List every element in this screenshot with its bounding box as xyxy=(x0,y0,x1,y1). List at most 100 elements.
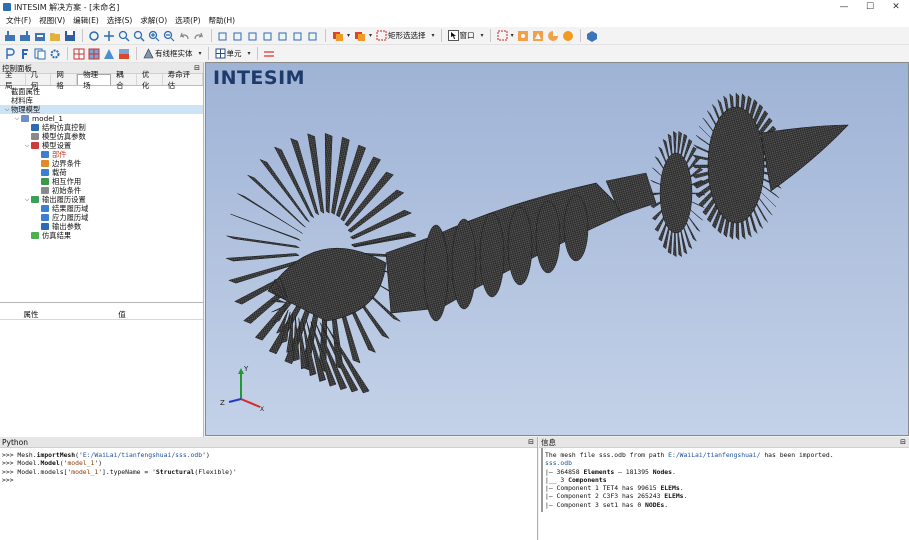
tree-item[interactable]: 仿真结果 xyxy=(0,231,203,240)
save-icon[interactable] xyxy=(63,29,77,43)
pick-body-icon[interactable] xyxy=(561,29,575,43)
undo-icon[interactable] xyxy=(177,29,191,43)
tree-item[interactable]: 应力履历域 xyxy=(0,213,203,222)
tree-item[interactable]: 初始条件 xyxy=(0,186,203,195)
copy-doc-icon[interactable] xyxy=(33,47,47,61)
open-folder-icon[interactable] xyxy=(48,29,62,43)
tree-item[interactable]: ⌵ model_1 xyxy=(0,114,203,123)
python-pin-icon[interactable]: ⊟ xyxy=(528,438,534,446)
maximize-button[interactable]: ☐ xyxy=(857,0,883,14)
expand-chevron-icon[interactable]: ⌵ xyxy=(23,142,31,150)
console-text: Model xyxy=(40,459,60,468)
3d-viewport[interactable]: INTESIM Y Z X xyxy=(206,63,909,435)
view-right-icon[interactable] xyxy=(261,29,275,43)
menu-view[interactable]: 视图(V) xyxy=(35,15,69,26)
zoom-box-icon[interactable] xyxy=(132,29,146,43)
mesh-cube-icon[interactable] xyxy=(72,47,86,61)
view-bottom-icon[interactable] xyxy=(291,29,305,43)
setup-icon xyxy=(31,142,39,149)
control-icon xyxy=(31,124,39,131)
core-casing xyxy=(385,182,627,314)
box-dropdown[interactable]: ▾ xyxy=(495,29,516,43)
display-mode-dropdown[interactable]: ▾ xyxy=(352,29,374,43)
rotate-icon[interactable] xyxy=(87,29,101,43)
zoom-icon[interactable] xyxy=(117,29,131,43)
view-left-icon[interactable] xyxy=(246,29,260,43)
info-pin-icon[interactable]: ⊟ xyxy=(900,438,906,446)
tree-item[interactable]: 边界条件 xyxy=(0,159,203,168)
python-console[interactable]: >>> Mesh.importMesh('E:/WaiLai/tianfengs… xyxy=(0,448,537,487)
console-line: sss.odb xyxy=(545,459,907,467)
close-button[interactable]: ✕ xyxy=(883,0,909,14)
menu-file[interactable]: 文件(F) xyxy=(2,15,35,26)
expand-chevron-icon[interactable]: ⌵ xyxy=(23,196,31,204)
pick-face-icon[interactable] xyxy=(546,29,560,43)
settings-gear-icon[interactable] xyxy=(48,47,62,61)
export-icon[interactable] xyxy=(33,29,47,43)
tab-life-assessment[interactable]: 寿命评估 xyxy=(163,70,203,90)
tab-physics[interactable]: 物理场 xyxy=(77,70,112,90)
zoom-in-icon[interactable] xyxy=(147,29,161,43)
tab-optimization[interactable]: 优化 xyxy=(137,70,163,90)
import-icon[interactable] xyxy=(3,29,17,43)
view-top-icon[interactable] xyxy=(276,29,290,43)
unit-dropdown[interactable]: 单元 ▾ xyxy=(213,47,253,61)
tree-item[interactable]: 结构仿真控制 xyxy=(0,123,203,132)
menu-help[interactable]: 帮助(H) xyxy=(205,15,240,26)
physics-tree: 截面属性 材料库 ⌵ 物理模型 ⌵ model_1 结构仿真控制 模型仿真参数 ⌵ 模型设置 部件边… xyxy=(0,86,203,303)
pick-element-icon[interactable] xyxy=(531,29,545,43)
info-panel-title: 信息 xyxy=(541,437,556,447)
tree-item[interactable]: 载荷 xyxy=(0,168,203,177)
tree-item[interactable]: ⌵ 模型设置 xyxy=(0,141,203,150)
solid-mode-dropdown[interactable]: 有线框实体 ▾ xyxy=(141,47,204,61)
zoom-out-icon[interactable] xyxy=(162,29,176,43)
tree-item[interactable]: ⌵ 输出履历设置 xyxy=(0,195,203,204)
mesh-color-icon[interactable] xyxy=(117,47,131,61)
console-text: Elements xyxy=(583,467,615,476)
tab-mesh[interactable]: 网格 xyxy=(51,70,78,90)
equation-icon[interactable] xyxy=(18,47,32,61)
window-label: 窗口 xyxy=(459,31,475,40)
physics-icon[interactable] xyxy=(3,47,17,61)
view-iso-icon[interactable] xyxy=(306,29,320,43)
settings-cube-icon[interactable] xyxy=(585,29,599,43)
tab-coupling[interactable]: 耦合 xyxy=(111,70,137,90)
view-back-icon[interactable] xyxy=(231,29,245,43)
minimize-button[interactable]: — xyxy=(831,0,857,14)
tree-item[interactable]: 相互作用 xyxy=(0,177,203,186)
mesh-solid-icon[interactable] xyxy=(102,47,116,61)
properties-table[interactable] xyxy=(0,320,203,432)
menu-options[interactable]: 选项(P) xyxy=(171,15,204,26)
expand-chevron-icon[interactable]: ⌵ xyxy=(3,106,11,114)
menu-edit[interactable]: 编辑(E) xyxy=(69,15,103,26)
tab-global[interactable]: 全局 xyxy=(0,70,26,90)
tree-item[interactable]: 输出参数 xyxy=(0,222,203,231)
tab-geometry[interactable]: 几何 xyxy=(26,70,52,90)
import-mesh-icon[interactable] xyxy=(18,29,32,43)
color-mode-dropdown[interactable]: ▾ xyxy=(330,29,352,43)
console-text: — 181395 xyxy=(614,467,653,476)
menu-select[interactable]: 选择(S) xyxy=(103,15,137,26)
separator-lines-icon[interactable] xyxy=(262,47,276,61)
console-text: ELEMs xyxy=(660,484,680,493)
console-text: |— Component 1 TET4 has 99615 xyxy=(545,484,661,493)
window-dropdown[interactable]: 窗口 ▾ xyxy=(446,29,486,43)
fan-blade xyxy=(226,235,300,249)
param-icon xyxy=(41,223,49,230)
pan-icon[interactable] xyxy=(102,29,116,43)
view-front-icon[interactable] xyxy=(216,29,230,43)
select-mode-dropdown[interactable]: 矩形选选择 ▾ xyxy=(374,29,437,43)
mesh-grid-icon[interactable] xyxy=(87,47,101,61)
pick-node-icon[interactable] xyxy=(516,29,530,43)
menu-solve[interactable]: 求解(O) xyxy=(136,15,171,26)
redo-icon[interactable] xyxy=(192,29,206,43)
turbine-mesh-model[interactable] xyxy=(206,63,909,435)
expand-chevron-icon[interactable]: ⌵ xyxy=(13,115,21,123)
tree-item[interactable]: 结果履历域 xyxy=(0,204,203,213)
solid-mode-label: 有线框实体 xyxy=(155,49,193,58)
tree-item[interactable]: 部件 xyxy=(0,150,203,159)
tree-item[interactable]: ⌵ 物理模型 xyxy=(0,105,203,114)
console-text: E:/WaiLai/tianfengshuai/sss.odb xyxy=(82,451,203,459)
tree-item[interactable]: 模型仿真参数 xyxy=(0,132,203,141)
console-text: sss.odb xyxy=(545,459,572,468)
